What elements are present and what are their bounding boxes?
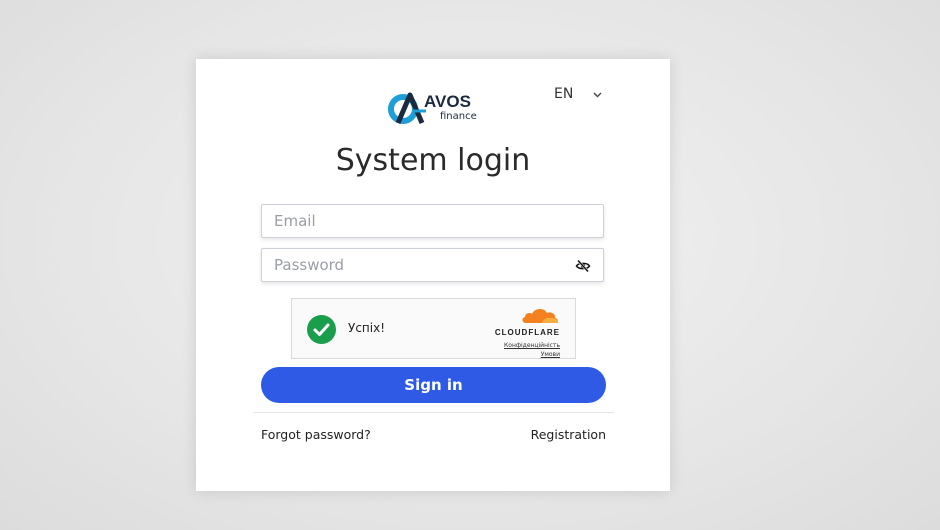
- password-field-wrapper: [261, 248, 604, 282]
- eye-slash-icon[interactable]: [575, 258, 591, 274]
- language-selector[interactable]: EN: [554, 84, 614, 104]
- avos-logo-mark-icon: [388, 92, 426, 124]
- logo-sub-text: finance: [440, 111, 477, 122]
- cloudflare-captcha-widget: Успіх! CLOUDFLARE Конфіденційність Умови: [291, 298, 576, 359]
- checkmark-circle-icon: [307, 315, 336, 344]
- terms-link[interactable]: Умови: [541, 351, 560, 358]
- password-input[interactable]: [262, 249, 603, 281]
- email-input[interactable]: [262, 205, 603, 237]
- cloudflare-wordmark: CLOUDFLARE: [494, 328, 560, 337]
- language-value: EN: [554, 86, 574, 102]
- email-field-wrapper: [261, 204, 604, 238]
- logo-text: AVOS finance: [424, 93, 477, 123]
- sign-in-button[interactable]: Sign in: [261, 367, 606, 403]
- cloudflare-cloud-icon: [522, 308, 558, 323]
- chevron-down-icon: [593, 90, 602, 101]
- page-title: System login: [335, 143, 531, 178]
- privacy-link[interactable]: Конфіденційність: [504, 342, 560, 349]
- logo-main-text: AVOS: [424, 92, 471, 111]
- divider: [254, 412, 614, 413]
- avos-finance-logo: AVOS finance: [388, 91, 488, 127]
- registration-link[interactable]: Registration: [531, 427, 606, 442]
- login-card: AVOS finance EN System login У: [196, 59, 670, 491]
- captcha-status-text: Успіх!: [348, 321, 386, 335]
- forgot-password-link[interactable]: Forgot password?: [261, 427, 371, 442]
